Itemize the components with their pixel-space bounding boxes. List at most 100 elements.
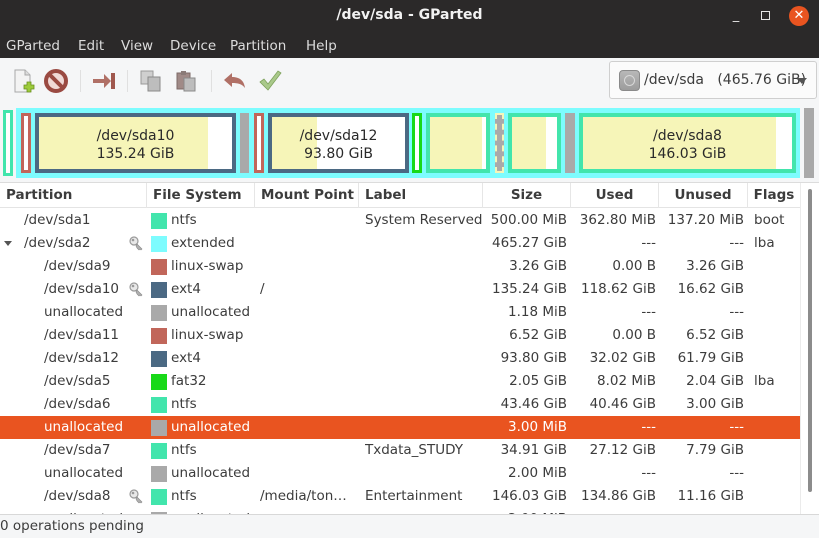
resize-move-button[interactable] bbox=[90, 67, 118, 95]
device-selector[interactable]: /dev/sda (465.76 GiB) bbox=[609, 61, 817, 99]
cell-flags bbox=[754, 439, 800, 462]
filesystem-color-swatch bbox=[151, 420, 167, 436]
cell-label bbox=[365, 347, 483, 370]
maximize-button[interactable] bbox=[755, 6, 775, 26]
cell-mountpoint bbox=[260, 324, 359, 347]
diskmap-partition-sda7[interactable] bbox=[508, 113, 561, 173]
table-row[interactable]: /dev/sda9 linux-swap 3.26 GiB 0.00 B 3.26 Gi… bbox=[0, 255, 800, 278]
cell-used: 362.80 MiB bbox=[579, 212, 656, 228]
cell-unused: 7.79 GiB bbox=[686, 442, 744, 458]
expander-arrow-icon[interactable] bbox=[4, 241, 12, 246]
diskmap-partition-sda12[interactable]: /dev/sda12 93.80 GiB bbox=[268, 113, 409, 173]
table-row[interactable]: unallocated unallocated 2.00 MiB --- --- bbox=[0, 462, 800, 485]
diskmap-used-fill bbox=[430, 117, 482, 169]
column-header-size[interactable]: Size bbox=[483, 183, 571, 208]
diskmap-partition-sda10[interactable]: /dev/sda10 135.24 GiB bbox=[35, 113, 236, 173]
menu-view[interactable]: View bbox=[121, 38, 153, 54]
column-header-unused[interactable]: Unused bbox=[659, 183, 748, 208]
table-row[interactable]: /dev/sda5 fat32 2.05 GiB 8.02 MiB 2.04 GiB lb… bbox=[0, 370, 800, 393]
column-header-partition[interactable]: Partition bbox=[0, 183, 147, 208]
cell-size: 2.00 MiB bbox=[507, 465, 567, 481]
column-header-used[interactable]: Used bbox=[571, 183, 659, 208]
cell-flags: boot bbox=[754, 212, 785, 228]
cell-flags bbox=[754, 324, 800, 347]
cell-size: 3.00 MiB bbox=[507, 419, 567, 435]
cell-label bbox=[365, 324, 483, 347]
diskmap-partition-sda6[interactable] bbox=[426, 113, 490, 173]
table-row[interactable]: unallocated unallocated 3.00 MiB --- --- bbox=[0, 416, 800, 439]
column-header-mountpoint[interactable]: Mount Point bbox=[255, 183, 359, 208]
diskmap-partition-sda1[interactable] bbox=[3, 110, 13, 176]
diskmap-partition-sda5[interactable] bbox=[412, 113, 422, 173]
diskmap-partition-sda9[interactable] bbox=[21, 113, 31, 173]
cell-flags bbox=[754, 278, 800, 301]
cell-partition: /dev/sda7 bbox=[44, 442, 111, 458]
cell-used: --- bbox=[641, 235, 656, 251]
cell-unused: --- bbox=[729, 465, 744, 481]
cell-partition: /dev/sda11 bbox=[44, 327, 120, 343]
cell-used: 0.00 B bbox=[612, 258, 656, 274]
cell-mountpoint bbox=[260, 462, 359, 485]
cell-mountpoint bbox=[260, 393, 359, 416]
scrollbar-thumb[interactable] bbox=[808, 189, 812, 492]
column-header-label[interactable]: Label bbox=[359, 183, 483, 208]
table-row[interactable]: /dev/sda1 ntfs System Reserved 500.00 MiB 36… bbox=[0, 209, 800, 232]
cell-used: 32.02 GiB bbox=[589, 350, 656, 366]
table-row[interactable]: /dev/sda8 ntfs/media/ton… Entertainment 146… bbox=[0, 485, 800, 508]
paste-button[interactable] bbox=[172, 67, 200, 95]
table-row[interactable]: /dev/sda2 extended 465.27 GiB --- --- lba bbox=[0, 232, 800, 255]
new-partition-button[interactable] bbox=[9, 67, 37, 95]
cell-size: 135.24 GiB bbox=[491, 281, 567, 297]
cell-filesystem: ntfs bbox=[171, 442, 197, 458]
device-label: /dev/sda (465.76 GiB) bbox=[644, 72, 807, 88]
diskmap-unallocated-selected[interactable] bbox=[495, 113, 504, 173]
filesystem-color-swatch bbox=[151, 236, 167, 252]
undo-button[interactable] bbox=[221, 67, 249, 95]
filesystem-color-swatch bbox=[151, 443, 167, 459]
cell-unused: 2.04 GiB bbox=[686, 373, 744, 389]
table-row[interactable]: /dev/sda12 ext4 93.80 GiB 32.02 GiB 61.79 Gi… bbox=[0, 347, 800, 370]
copy-button[interactable] bbox=[137, 67, 165, 95]
cell-partition: /dev/sda6 bbox=[44, 396, 111, 412]
cell-unused: 3.26 GiB bbox=[686, 258, 744, 274]
cell-partition: /dev/sda12 bbox=[44, 350, 120, 366]
table-row[interactable]: /dev/sda7 ntfs Txdata_STUDY 34.91 GiB 27.12 … bbox=[0, 439, 800, 462]
minimize-button[interactable]: _ bbox=[726, 6, 746, 26]
diskmap-unallocated[interactable] bbox=[804, 108, 814, 178]
menu-device[interactable]: Device bbox=[170, 38, 216, 54]
filesystem-color-swatch bbox=[151, 374, 167, 390]
column-header-flags[interactable]: Flags bbox=[748, 183, 800, 208]
diskmap-unallocated[interactable] bbox=[240, 113, 249, 173]
menu-edit[interactable]: Edit bbox=[78, 38, 104, 54]
apply-button[interactable] bbox=[256, 67, 284, 95]
menu-help[interactable]: Help bbox=[306, 38, 337, 54]
cell-used: 40.46 GiB bbox=[589, 396, 656, 412]
table-row[interactable]: /dev/sda6 ntfs 43.46 GiB 40.46 GiB 3.00 GiB bbox=[0, 393, 800, 416]
cell-filesystem: linux-swap bbox=[171, 258, 244, 274]
delete-partition-button[interactable] bbox=[43, 67, 71, 95]
table-row[interactable]: /dev/sda10 ext4/135.24 GiB 118.62 GiB 16.62… bbox=[0, 278, 800, 301]
column-header-filesystem[interactable]: File System bbox=[147, 183, 255, 208]
cell-mountpoint bbox=[260, 439, 359, 462]
close-button[interactable]: ✕ bbox=[789, 6, 809, 26]
cell-size: 146.03 GiB bbox=[491, 488, 567, 504]
diskmap-partition-sda11[interactable] bbox=[254, 113, 264, 173]
cell-flags bbox=[754, 416, 800, 439]
diskmap-partition-size: 93.80 GiB bbox=[304, 146, 373, 162]
menu-partition[interactable]: Partition bbox=[230, 38, 286, 54]
diskmap-partition-sda8[interactable]: /dev/sda8 146.03 GiB bbox=[579, 113, 796, 173]
filesystem-color-swatch bbox=[151, 328, 167, 344]
title-bar: /dev/sda - GParted _ ✕ bbox=[0, 0, 819, 33]
undo-icon bbox=[224, 73, 245, 88]
cell-used: 0.00 B bbox=[612, 327, 656, 343]
menu-gparted[interactable]: GParted bbox=[6, 38, 60, 54]
table-row[interactable]: unallocated unallocated 1.18 MiB --- --- bbox=[0, 301, 800, 324]
diskmap-unallocated[interactable] bbox=[565, 113, 575, 173]
cell-label: Entertainment bbox=[365, 488, 463, 504]
disk-map: /dev/sda10 135.24 GiB /dev/sda12 93.80 G… bbox=[0, 104, 819, 182]
cell-mountpoint: /media/ton… bbox=[260, 488, 347, 504]
table-row[interactable]: /dev/sda11 linux-swap 6.52 GiB 0.00 B 6.52 G… bbox=[0, 324, 800, 347]
maximize-icon bbox=[760, 11, 770, 20]
vertical-scrollbar[interactable] bbox=[800, 183, 819, 514]
cell-filesystem: ntfs bbox=[171, 488, 197, 504]
